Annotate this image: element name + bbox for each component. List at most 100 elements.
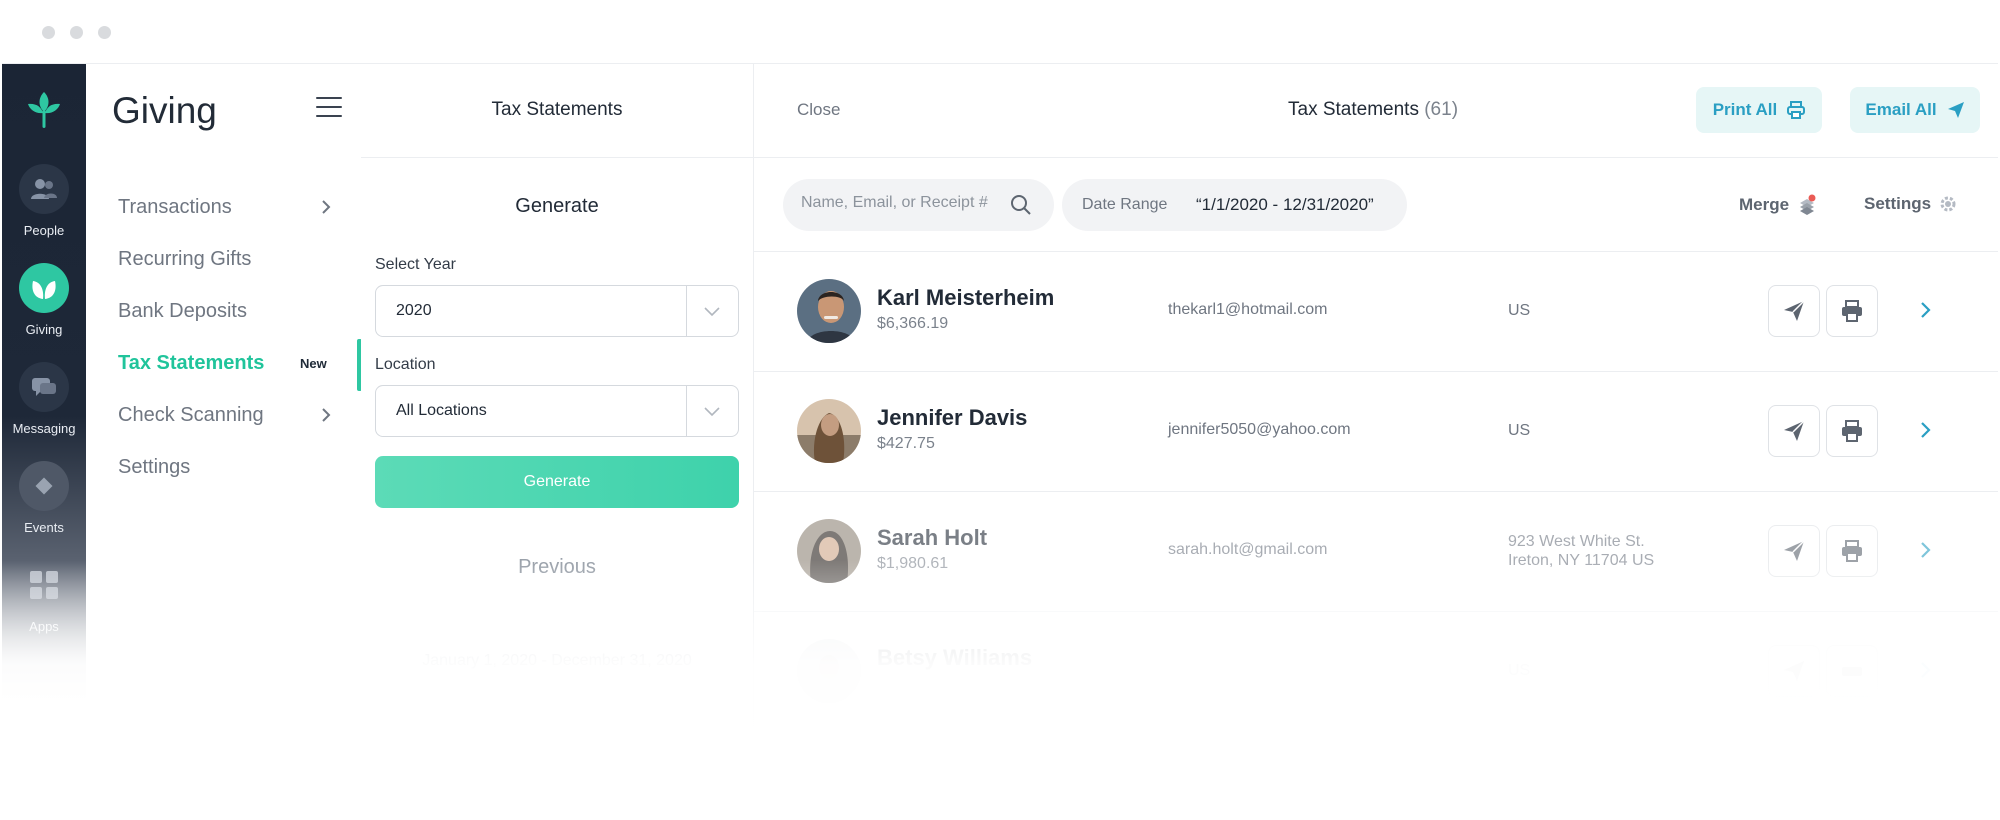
table-row[interactable]: Jennifer Davis $427.75 jennifer5050@yaho… bbox=[754, 372, 1998, 492]
chevron-right-icon bbox=[322, 408, 331, 422]
rail-item-events[interactable]: Events bbox=[2, 461, 86, 553]
app-window: People Giving Messaging Events Apps Givi… bbox=[2, 0, 1998, 820]
person-address: US bbox=[1508, 301, 1530, 320]
chevron-right-icon bbox=[322, 200, 331, 214]
send-icon bbox=[1784, 661, 1804, 681]
chevron-right-icon[interactable] bbox=[1917, 421, 1935, 439]
date-range-filter[interactable]: Date Range “1/1/2020 - 12/31/2020” bbox=[1062, 179, 1407, 231]
giving-icon bbox=[19, 263, 69, 313]
nav-item-transactions[interactable]: Transactions bbox=[118, 196, 232, 219]
table-row[interactable]: Sarah Holt $1,980.61 sarah.holt@gmail.co… bbox=[754, 492, 1998, 612]
person-amount: $6,366.19 bbox=[877, 315, 949, 332]
gear-icon bbox=[1940, 196, 1956, 212]
address-line1: US bbox=[1508, 302, 1531, 319]
rail-item-apps[interactable]: Apps bbox=[2, 560, 86, 652]
generate-panel: Tax Statements Generate Select Year 2020… bbox=[361, 64, 754, 764]
chevron-right-icon[interactable] bbox=[1917, 301, 1935, 319]
person-name: Betsy Williams bbox=[877, 645, 1033, 670]
settings-button[interactable]: Settings bbox=[1864, 194, 1957, 214]
statement-count: (61) bbox=[1424, 99, 1459, 120]
search-icon[interactable] bbox=[1010, 194, 1032, 216]
app-logo-icon[interactable] bbox=[20, 86, 68, 134]
send-icon bbox=[1784, 420, 1805, 441]
avatar bbox=[797, 519, 861, 583]
send-statement-button[interactable] bbox=[1768, 405, 1820, 457]
email-all-button[interactable]: Email All bbox=[1850, 87, 1980, 133]
send-icon bbox=[1784, 300, 1805, 321]
location-select-value: All Locations bbox=[396, 402, 487, 419]
search-input[interactable] bbox=[801, 194, 1001, 212]
window-titlebar bbox=[2, 0, 1998, 64]
people-icon bbox=[19, 164, 69, 214]
person-amount: $427.75 bbox=[877, 435, 935, 452]
send-statement-button[interactable] bbox=[1768, 645, 1820, 697]
person-email: sarah.holt@gmail.com bbox=[1168, 541, 1328, 558]
year-select-value: 2020 bbox=[396, 302, 432, 319]
previous-heading: Previous bbox=[518, 556, 596, 578]
person-email: thekarl1@hotmail.com bbox=[1168, 301, 1328, 318]
rail-item-messaging[interactable]: Messaging bbox=[2, 362, 86, 454]
nav-item-settings[interactable]: Settings bbox=[118, 456, 190, 479]
merge-button[interactable]: Merge bbox=[1739, 194, 1817, 216]
generate-button[interactable]: Generate bbox=[375, 456, 739, 508]
chevron-down-icon bbox=[704, 307, 720, 317]
person-name: Sarah Holt bbox=[877, 525, 988, 550]
events-icon bbox=[19, 461, 69, 511]
window-maximize-dot[interactable] bbox=[98, 26, 111, 39]
print-all-button[interactable]: Print All bbox=[1696, 87, 1822, 133]
apps-icon bbox=[19, 560, 69, 610]
address-line1: US bbox=[1508, 662, 1531, 679]
chevron-down-icon bbox=[704, 407, 720, 417]
print-statement-button[interactable] bbox=[1826, 285, 1878, 337]
avatar bbox=[797, 279, 861, 343]
send-statement-button[interactable] bbox=[1768, 525, 1820, 577]
new-badge: New bbox=[300, 356, 327, 371]
main-title-text: Tax Statements bbox=[1288, 99, 1419, 120]
print-statement-button[interactable] bbox=[1826, 525, 1878, 577]
select-year-label: Select Year bbox=[375, 256, 456, 273]
avatar bbox=[797, 639, 861, 703]
printer-icon bbox=[1787, 101, 1806, 119]
person-address: US bbox=[1508, 421, 1530, 440]
window-minimize-dot[interactable] bbox=[70, 26, 83, 39]
hamburger-menu-icon[interactable] bbox=[316, 97, 342, 119]
location-select[interactable]: All Locations bbox=[375, 385, 739, 437]
address-line1: US bbox=[1508, 422, 1531, 439]
location-label: Location bbox=[375, 356, 436, 373]
app-rail: People Giving Messaging Events Apps bbox=[2, 64, 86, 704]
close-button[interactable]: Close bbox=[797, 100, 840, 120]
settings-label: Settings bbox=[1864, 194, 1932, 213]
printer-icon bbox=[1842, 300, 1862, 322]
person-name: Jennifer Davis bbox=[877, 405, 1028, 430]
table-row[interactable]: Karl Meisterheim $6,366.19 thekarl1@hotm… bbox=[754, 252, 1998, 372]
print-statement-button[interactable] bbox=[1826, 405, 1878, 457]
nav-item-tax-statements[interactable]: Tax Statements bbox=[118, 352, 264, 375]
tax-statements-main: Close Tax Statements (61) Print All Emai… bbox=[754, 64, 1998, 764]
date-range-value: “1/1/2020 - 12/31/2020” bbox=[1196, 195, 1374, 214]
avatar bbox=[797, 399, 861, 463]
nav-item-bank-deposits[interactable]: Bank Deposits bbox=[118, 300, 247, 323]
nav-item-check-scanning[interactable]: Check Scanning bbox=[118, 404, 264, 427]
year-select[interactable]: 2020 bbox=[375, 285, 739, 337]
rail-label-giving: Giving bbox=[25, 322, 63, 337]
person-name: Karl Meisterheim bbox=[877, 285, 1055, 310]
nav-item-recurring-gifts[interactable]: Recurring Gifts bbox=[118, 248, 251, 271]
search-box[interactable] bbox=[783, 179, 1054, 231]
printer-icon bbox=[1842, 540, 1862, 562]
nav-title: Giving bbox=[112, 90, 217, 131]
previous-statement-range[interactable]: January 1, 2020 - December 31, 2020 bbox=[361, 652, 753, 670]
print-statement-button[interactable] bbox=[1826, 645, 1878, 697]
date-range-label: Date Range bbox=[1082, 196, 1168, 213]
generate-panel-header: Tax Statements bbox=[361, 64, 753, 158]
rail-item-people[interactable]: People bbox=[2, 164, 86, 256]
rail-label-people: People bbox=[23, 223, 65, 238]
chevron-right-icon[interactable] bbox=[1917, 541, 1935, 559]
send-statement-button[interactable] bbox=[1768, 285, 1820, 337]
rail-label-messaging: Messaging bbox=[12, 421, 76, 436]
rail-item-giving[interactable]: Giving bbox=[2, 263, 86, 355]
window-close-dot[interactable] bbox=[42, 26, 55, 39]
email-all-label: Email All bbox=[1865, 100, 1937, 119]
merge-label: Merge bbox=[1739, 195, 1790, 214]
table-row[interactable]: Betsy Williams US bbox=[754, 612, 1998, 732]
chevron-right-icon[interactable] bbox=[1917, 661, 1935, 679]
